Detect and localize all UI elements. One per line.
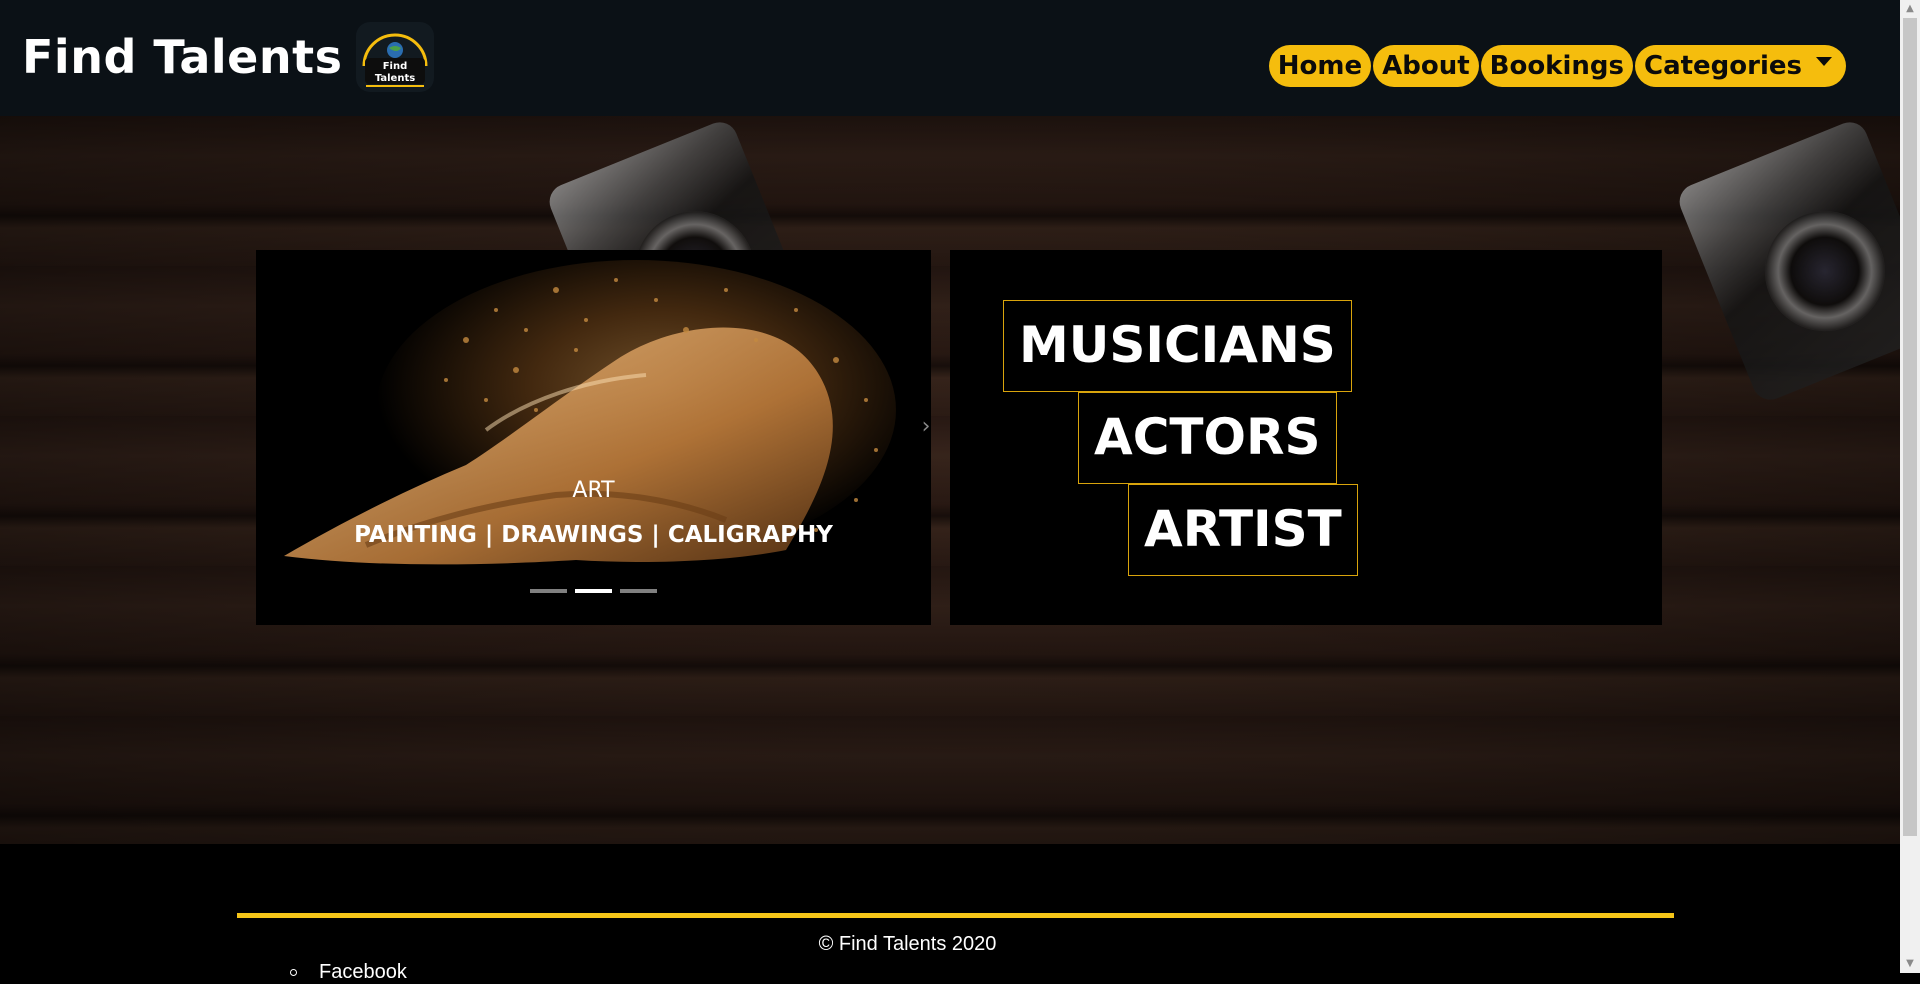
- site-header: Find Talents Find Talents Home About Boo…: [0, 0, 1900, 116]
- category-artist-label: ARTIST: [1144, 500, 1342, 558]
- nav-categories-label: Categories: [1643, 51, 1802, 81]
- scrollbar-thumb[interactable]: [1903, 18, 1917, 836]
- nav-home[interactable]: Home: [1268, 45, 1372, 87]
- nav-bookings[interactable]: Bookings: [1480, 45, 1633, 87]
- category-artist[interactable]: ARTIST: [1128, 484, 1358, 576]
- camera-lens: [1746, 193, 1900, 350]
- carousel-slide-image: [256, 250, 931, 625]
- carousel-caption-title: ART: [572, 478, 615, 503]
- carousel-next-icon[interactable]: ›: [917, 412, 931, 442]
- main-nav: Home About Bookings Categories: [1268, 45, 1846, 87]
- carousel-indicator-1[interactable]: [530, 589, 567, 593]
- caret-down-icon: [1816, 56, 1832, 66]
- carousel-indicators: [256, 589, 931, 593]
- scroll-up-arrow-icon[interactable]: ▲: [1900, 0, 1920, 18]
- category-actors-label: ACTORS: [1094, 408, 1321, 466]
- camera-image: [1674, 116, 1900, 406]
- brand[interactable]: Find Talents Find Talents: [22, 22, 435, 92]
- logo-text-line2: Talents: [375, 73, 415, 84]
- brand-title[interactable]: Find Talents: [22, 22, 342, 92]
- scroll-down-arrow-icon[interactable]: ▼: [1900, 955, 1920, 973]
- carousel-indicator-2[interactable]: [575, 589, 612, 593]
- nav-about[interactable]: About: [1373, 45, 1479, 87]
- nav-bookings-label: Bookings: [1489, 51, 1624, 81]
- category-musicians-label: MUSICIANS: [1019, 316, 1336, 374]
- carousel[interactable]: ART PAINTING | DRAWINGS | CALIGRAPHY ›: [256, 250, 931, 625]
- logo-text-line1: Find: [383, 61, 408, 72]
- footer-copyright: © Find Talents 2020: [818, 933, 997, 955]
- nav-categories-dropdown[interactable]: Categories: [1634, 45, 1846, 87]
- carousel-indicator-3[interactable]: [620, 589, 657, 593]
- nav-about-label: About: [1382, 51, 1470, 81]
- carousel-caption-subtitle: PAINTING | DRAWINGS | CALIGRAPHY: [354, 522, 833, 548]
- category-actors[interactable]: ACTORS: [1078, 392, 1337, 484]
- brand-logo[interactable]: Find Talents: [356, 22, 435, 92]
- nav-home-label: Home: [1277, 51, 1363, 81]
- categories-panel: MUSICIANS ACTORS ARTIST: [950, 250, 1662, 625]
- footer-divider: [237, 913, 1674, 918]
- page-scrollbar[interactable]: ▲ ▼: [1900, 0, 1920, 973]
- category-musicians[interactable]: MUSICIANS: [1003, 300, 1352, 392]
- site-footer: © Find Talents 2020 Facebook: [0, 875, 1900, 983]
